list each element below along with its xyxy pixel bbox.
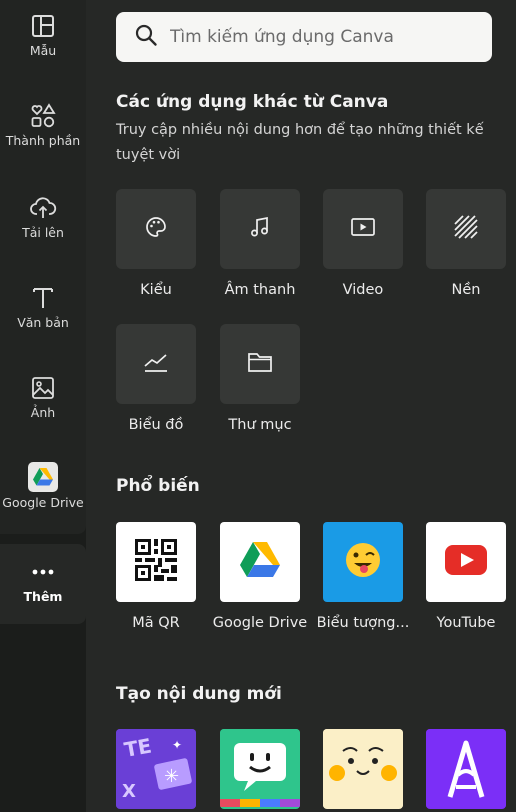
- more-dots-icon: [29, 558, 57, 586]
- chat-face-icon: [220, 729, 300, 809]
- app-emoji[interactable]: [323, 522, 403, 602]
- app-letter-a[interactable]: [426, 729, 506, 809]
- sidebar: Mẫu Thành phần Tải lên Văn bản Ảnh Googl…: [0, 0, 86, 812]
- tile-styles[interactable]: [116, 189, 196, 269]
- app-label-emoji: Biểu tượng...: [316, 615, 410, 631]
- tile-label-audio: Âm thanh: [224, 282, 296, 298]
- tile-charts[interactable]: [116, 324, 196, 404]
- section-title-other-apps: Các ứng dụng khác từ Canva: [116, 92, 389, 112]
- sidebar-bottom: [0, 624, 86, 812]
- elements-icon: [29, 102, 57, 130]
- folder-icon: [246, 350, 274, 378]
- tile-video[interactable]: [323, 189, 403, 269]
- sidebar-item-photos[interactable]: Ảnh: [0, 374, 86, 420]
- qr-code-icon: [133, 537, 179, 587]
- text-effects-icon: TE ✳ X ✦: [116, 729, 196, 809]
- app-label-youtube: YouTube: [436, 615, 496, 631]
- sidebar-item-label: Thêm: [23, 589, 63, 604]
- sidebar-item-text[interactable]: Văn bản: [0, 284, 86, 330]
- music-note-icon: [248, 215, 272, 243]
- background-pattern-icon: [453, 214, 479, 244]
- chart-line-icon: [142, 350, 170, 378]
- sidebar-item-label: Ảnh: [30, 405, 56, 420]
- tile-label-backgrounds: Nền: [451, 282, 481, 298]
- app-label-qr: Mã QR: [132, 615, 180, 631]
- tile-backgrounds[interactable]: [426, 189, 506, 269]
- tile-label-folders: Thư mục: [228, 417, 292, 433]
- sidebar-item-uploads[interactable]: Tải lên: [0, 194, 86, 240]
- palette-icon: [144, 215, 168, 243]
- sidebar-item-google-drive[interactable]: Google Drive: [0, 462, 86, 510]
- youtube-icon: [444, 544, 488, 580]
- emoji-wink-icon: [343, 540, 383, 584]
- search-bar[interactable]: [116, 12, 492, 62]
- sidebar-item-elements[interactable]: Thành phần: [0, 102, 86, 148]
- search-icon: [134, 23, 158, 51]
- section-subtitle: Truy cập nhiều nội dung hơn để tạo những…: [116, 122, 484, 163]
- app-qr-code[interactable]: [116, 522, 196, 602]
- app-chat-face[interactable]: [220, 729, 300, 809]
- template-icon: [29, 12, 57, 40]
- svg-text:✳: ✳: [164, 766, 179, 787]
- search-input[interactable]: [170, 27, 470, 47]
- tile-label-charts: Biểu đồ: [128, 417, 184, 433]
- app-text-effects[interactable]: TE ✳ X ✦: [116, 729, 196, 809]
- cute-face-icon: [323, 729, 403, 809]
- sidebar-item-label: Mẫu: [29, 43, 57, 58]
- tile-folders[interactable]: [220, 324, 300, 404]
- photo-icon: [29, 374, 57, 402]
- app-google-drive[interactable]: [220, 522, 300, 602]
- svg-text:TE: TE: [122, 734, 153, 762]
- apps-panel: Các ứng dụng khác từ Canva Truy cập nhiề…: [86, 0, 516, 812]
- section-title-popular: Phổ biến: [116, 476, 200, 496]
- tile-audio[interactable]: [220, 189, 300, 269]
- sidebar-item-label: Thành phần: [5, 133, 81, 148]
- sidebar-item-label: Google Drive: [2, 495, 84, 510]
- app-youtube[interactable]: [426, 522, 506, 602]
- video-play-icon: [350, 216, 376, 242]
- sidebar-item-templates[interactable]: Mẫu: [0, 12, 86, 58]
- svg-text:✦: ✦: [172, 738, 182, 752]
- section-title-create-new: Tạo nội dung mới: [116, 684, 282, 704]
- upload-cloud-icon: [29, 194, 57, 222]
- google-drive-icon: [239, 542, 281, 582]
- app-cute-face[interactable]: [323, 729, 403, 809]
- sidebar-gap: [0, 534, 86, 544]
- text-icon: [29, 284, 57, 312]
- sidebar-item-more[interactable]: Thêm: [0, 558, 86, 604]
- svg-text:X: X: [122, 781, 136, 802]
- google-drive-icon: [28, 462, 58, 492]
- tile-label-video: Video: [342, 282, 384, 298]
- tile-label-styles: Kiểu: [140, 282, 172, 298]
- app-label-google-drive: Google Drive: [212, 615, 308, 631]
- sidebar-item-label: Văn bản: [17, 315, 69, 330]
- sidebar-panel: [0, 0, 86, 534]
- sidebar-item-label: Tải lên: [22, 225, 64, 240]
- letter-a-icon: [426, 729, 506, 809]
